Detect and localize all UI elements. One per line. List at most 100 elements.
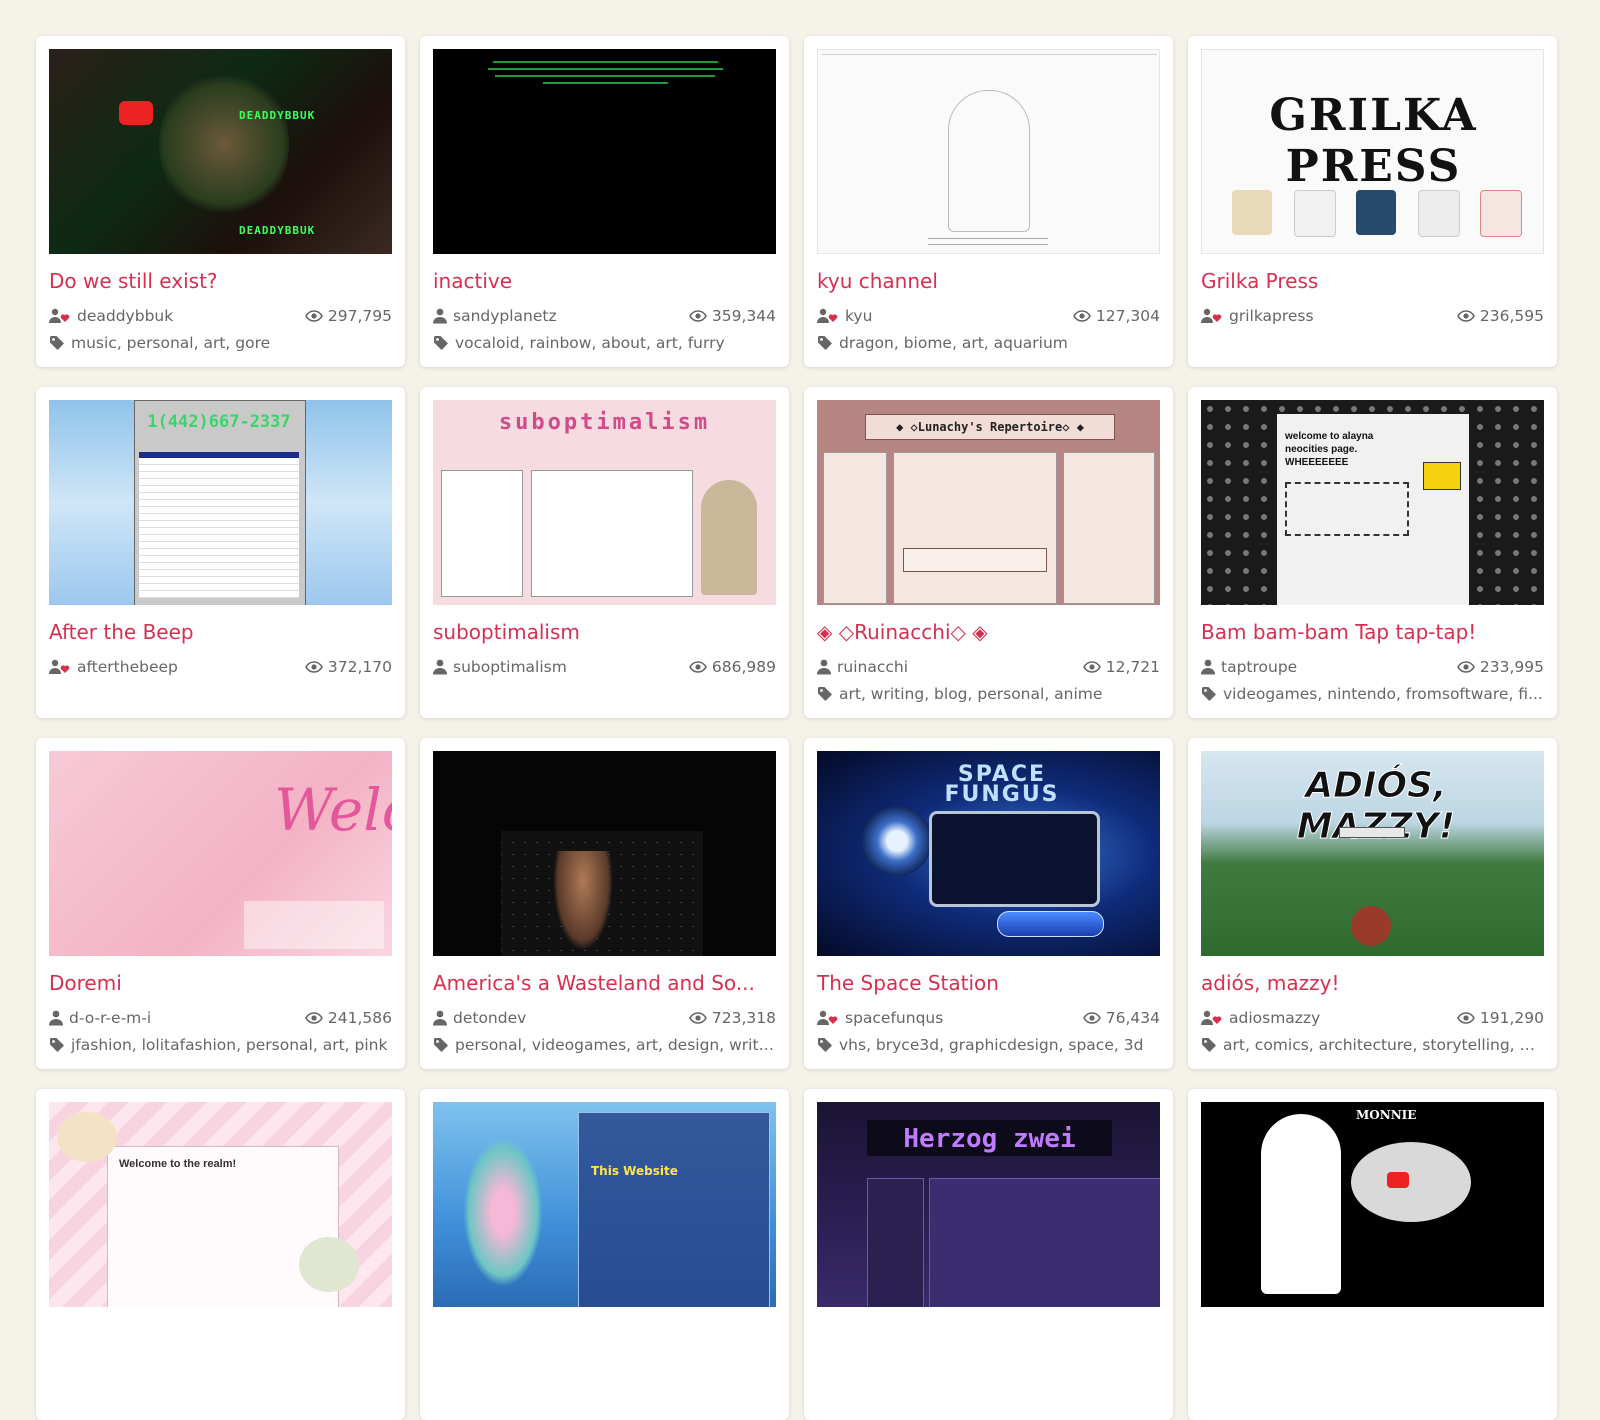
site-owner[interactable]: taptroupe	[1201, 657, 1297, 677]
site-title[interactable]: adiós, mazzy!	[1201, 970, 1544, 996]
site-card: GRILKA PRESS Grilka Press grilkapress 23…	[1188, 36, 1557, 367]
site-owner[interactable]: grilkapress	[1201, 306, 1314, 326]
site-card: Welcome to the realm!	[36, 1089, 405, 1420]
site-thumbnail[interactable]: 1(442)667-2337	[49, 400, 392, 605]
site-meta: afterthebeep 372,170	[49, 657, 392, 677]
thumb-caption: Welcome to the realm!	[119, 1158, 237, 1170]
tag-list[interactable]: personal, videogames, art, design, writi…	[455, 1035, 776, 1055]
site-owner[interactable]: afterthebeep	[49, 657, 178, 677]
tag-list[interactable]: music, personal, art, gore	[71, 333, 270, 353]
site-thumbnail[interactable]	[433, 751, 776, 956]
thumb-caption: suboptimalism	[498, 410, 711, 435]
thumb-caption: Welc	[274, 776, 392, 844]
tag-list[interactable]: dragon, biome, art, aquarium	[839, 333, 1068, 353]
tag-list[interactable]: art, comics, architecture, storytelling,…	[1223, 1035, 1544, 1055]
site-meta: suboptimalism 686,989	[433, 657, 776, 677]
site-thumbnail[interactable]: ◆ ◇Lunachy's Repertoire◇ ◆	[817, 400, 1160, 605]
site-thumbnail[interactable]: Herzog zwei	[817, 1102, 1160, 1307]
tag-list[interactable]: vhs, bryce3d, graphicdesign, space, 3d	[839, 1035, 1143, 1055]
site-meta: grilkapress 236,595	[1201, 306, 1544, 326]
site-meta: deaddybbuk 297,795	[49, 306, 392, 326]
site-thumbnail[interactable]: Welc	[49, 751, 392, 956]
site-title[interactable]: America's a Wasteland and So...	[433, 970, 776, 996]
site-tags: art, writing, blog, personal, anime	[817, 684, 1160, 704]
tag-icon	[1201, 1037, 1217, 1053]
site-thumbnail[interactable]: DEADDYBBUK DEADDYBBUK	[49, 49, 392, 254]
site-views: 12,721	[1082, 657, 1160, 677]
tag-list[interactable]: vocaloid, rainbow, about, art, furry	[455, 333, 725, 353]
eye-icon	[1456, 661, 1475, 673]
site-meta: sandyplanetz 359,344	[433, 306, 776, 326]
site-title[interactable]: After the Beep	[49, 619, 392, 645]
site-owner[interactable]: sandyplanetz	[433, 306, 557, 326]
tag-icon	[433, 335, 449, 351]
view-count: 12,721	[1105, 658, 1160, 676]
supporter-heart-icon	[49, 659, 71, 675]
thumb-caption: MONNIE	[1356, 1108, 1417, 1122]
view-count: 686,989	[711, 658, 776, 676]
site-card: kyu channel kyu 127,304 dragon, biome, a…	[804, 36, 1173, 367]
site-owner-name: deaddybbuk	[77, 307, 174, 325]
site-thumbnail[interactable]: Welcome to the realm!	[49, 1102, 392, 1307]
supporter-heart-icon	[1201, 1010, 1223, 1026]
site-views: 127,304	[1072, 306, 1160, 326]
thumb-caption: SPACE FUNGUS	[944, 762, 1060, 807]
site-owner[interactable]: spacefunqus	[817, 1008, 943, 1028]
site-thumbnail[interactable]: welcome to alayna neocities page. WHEEEE…	[1201, 400, 1544, 605]
site-card: Herzog zwei	[804, 1089, 1173, 1420]
site-title[interactable]: Bam bam-bam Tap tap-tap!	[1201, 619, 1544, 645]
tag-icon	[817, 335, 833, 351]
site-meta: d-o-r-e-m-i 241,586	[49, 1008, 392, 1028]
view-count: 241,586	[327, 1009, 392, 1027]
site-title[interactable]: Grilka Press	[1201, 268, 1544, 294]
site-thumbnail[interactable]: SPACE FUNGUS	[817, 751, 1160, 956]
site-owner-name: spacefunqus	[845, 1009, 944, 1027]
site-title[interactable]: The Space Station	[817, 970, 1160, 996]
user-icon	[433, 1010, 447, 1026]
thumb-caption: Herzog zwei	[903, 1124, 1076, 1154]
site-thumbnail[interactable]: ADIÓS, MAZZY!	[1201, 751, 1544, 956]
view-count: 127,304	[1095, 307, 1160, 325]
site-thumbnail[interactable]: This Website	[433, 1102, 776, 1307]
site-owner[interactable]: suboptimalism	[433, 657, 567, 677]
site-owner-name: taptroupe	[1221, 658, 1298, 676]
site-title[interactable]: suboptimalism	[433, 619, 776, 645]
view-count: 76,434	[1105, 1009, 1160, 1027]
site-owner[interactable]: ruinacchi	[817, 657, 908, 677]
eye-icon	[304, 310, 323, 322]
site-owner[interactable]: adiosmazzy	[1201, 1008, 1320, 1028]
tag-icon	[817, 1037, 833, 1053]
site-thumbnail[interactable]: suboptimalism	[433, 400, 776, 605]
site-title[interactable]: ◈ ◇Ruinacchi◇ ◈	[817, 619, 1160, 645]
view-count: 297,795	[327, 307, 392, 325]
site-owner[interactable]: d-o-r-e-m-i	[49, 1008, 151, 1028]
tag-list[interactable]: jfashion, lolitafashion, personal, art, …	[71, 1035, 387, 1055]
site-thumbnail[interactable]	[817, 49, 1160, 254]
site-tags: art, comics, architecture, storytelling,…	[1201, 1035, 1544, 1055]
site-tags: vhs, bryce3d, graphicdesign, space, 3d	[817, 1035, 1160, 1055]
eye-icon	[1456, 310, 1475, 322]
site-title[interactable]: Doremi	[49, 970, 392, 996]
tag-icon	[817, 686, 833, 702]
site-thumbnail[interactable]	[433, 49, 776, 254]
site-thumbnail[interactable]: MONNIE	[1201, 1102, 1544, 1307]
site-thumbnail[interactable]: GRILKA PRESS	[1201, 49, 1544, 254]
supporter-heart-icon	[1201, 308, 1223, 324]
site-owner-name: kyu	[845, 307, 873, 325]
site-owner[interactable]: detondev	[433, 1008, 526, 1028]
site-tags: vocaloid, rainbow, about, art, furry	[433, 333, 776, 353]
site-title[interactable]: inactive	[433, 268, 776, 294]
thumb-caption: DEADDYBBUK	[239, 109, 316, 122]
tag-list[interactable]: art, writing, blog, personal, anime	[839, 684, 1102, 704]
tag-list[interactable]: videogames, nintendo, fromsoftware, fi..…	[1223, 684, 1543, 704]
tag-icon	[433, 1037, 449, 1053]
eye-icon	[1082, 661, 1101, 673]
site-owner[interactable]: kyu	[817, 306, 872, 326]
site-title[interactable]: Do we still exist?	[49, 268, 392, 294]
supporter-heart-icon	[817, 1010, 839, 1026]
view-count: 191,290	[1479, 1009, 1544, 1027]
site-title[interactable]: kyu channel	[817, 268, 1160, 294]
view-count: 359,344	[711, 307, 776, 325]
site-card: inactive sandyplanetz 359,344 vocaloid, …	[420, 36, 789, 367]
site-owner[interactable]: deaddybbuk	[49, 306, 173, 326]
